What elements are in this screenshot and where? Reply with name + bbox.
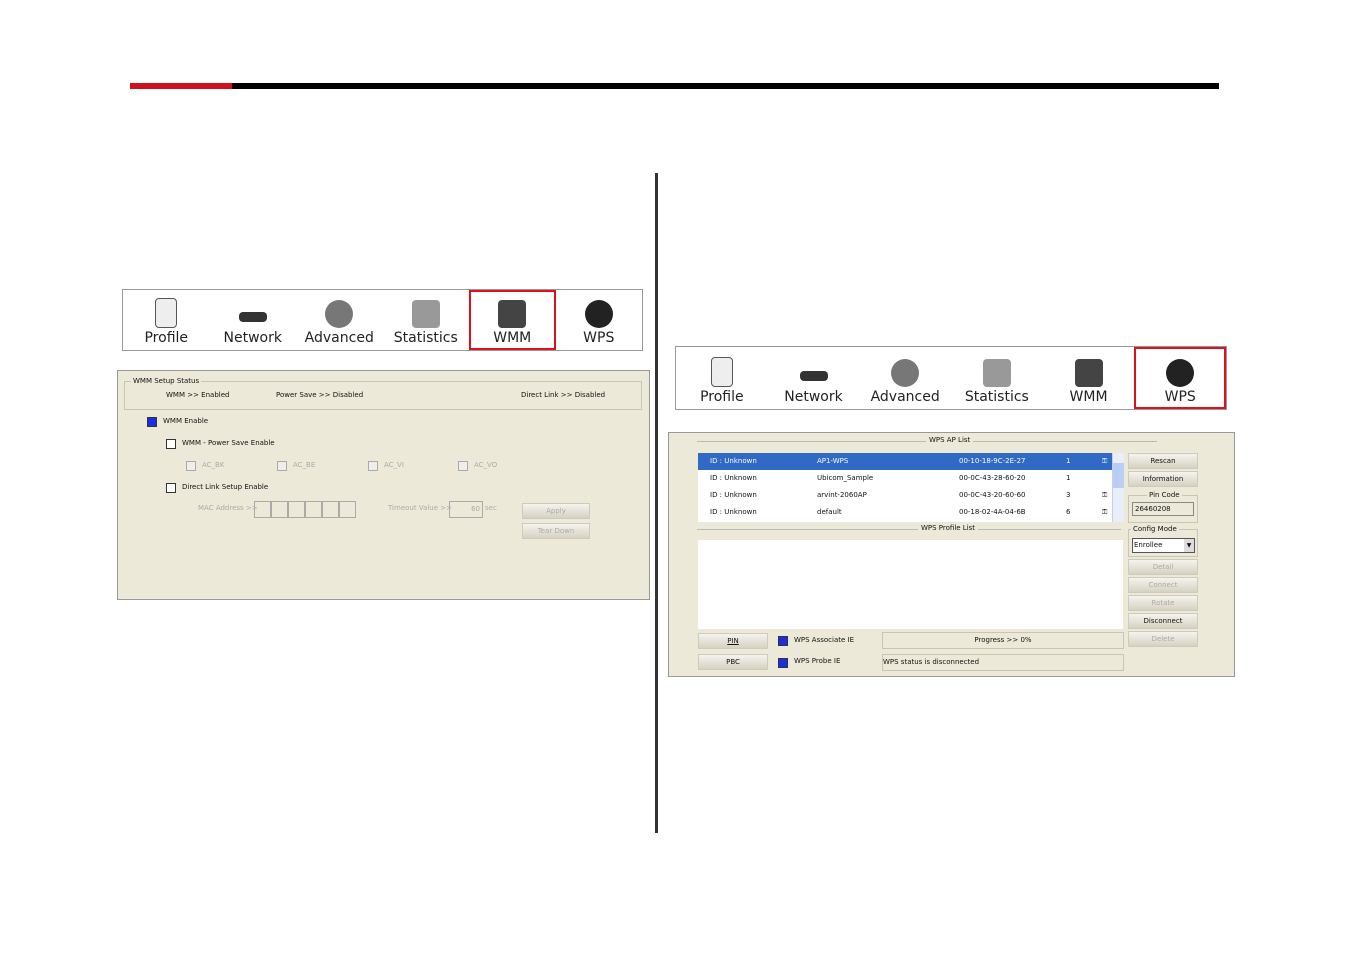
ap-id: ID : Unknown — [710, 508, 757, 516]
tab-profile[interactable]: Profile — [676, 357, 768, 409]
wps-icon — [1166, 359, 1195, 387]
progress-box: Progress >> 0% — [882, 632, 1124, 649]
key-icon: ⚿ — [1102, 457, 1108, 465]
ap-ssid: AP1-WPS — [817, 457, 849, 465]
calculator-icon — [982, 359, 1011, 387]
tab-statistics[interactable]: Statistics — [951, 359, 1043, 409]
tab-profile[interactable]: Profile — [123, 298, 210, 350]
pin-code-group: Pin Code 26460208 — [1128, 491, 1198, 523]
wps-ap-list[interactable]: ID : Unknown AP1-WPS 00-10-18-9C-2E-27 1 ⚿ ID… — [698, 453, 1112, 522]
pbc-button[interactable]: PBC — [698, 654, 768, 670]
power-save-checkbox[interactable] — [166, 439, 176, 449]
tab-advanced[interactable]: Advanced — [859, 359, 951, 409]
tab-wps[interactable]: WPS — [1134, 347, 1227, 409]
ap-ssid: arvint-2060AP — [817, 491, 867, 499]
rotate-button[interactable]: Rotate — [1128, 595, 1198, 611]
header-rule-black — [232, 83, 1219, 89]
wmm-status-group: WMM Setup Status WMM >> Enabled Power Sa… — [124, 377, 642, 410]
tab-wmm[interactable]: WMM — [1043, 359, 1135, 409]
tab-wps[interactable]: WPS — [556, 300, 643, 350]
column-divider — [655, 173, 658, 833]
ap-ssid: Ubicom_Sample — [817, 474, 874, 482]
qos-icon — [498, 300, 527, 328]
wmm-panel: WMM Setup Status WMM >> Enabled Power Sa… — [117, 370, 650, 600]
wps-icon — [584, 300, 613, 328]
ap-id: ID : Unknown — [710, 491, 757, 499]
ap-ssid: default — [817, 508, 842, 516]
ac-vo-checkbox[interactable] — [458, 461, 468, 471]
pin-button[interactable]: PIN — [698, 633, 768, 649]
detail-button[interactable]: Detail — [1128, 559, 1198, 575]
rescan-button[interactable]: Rescan — [1128, 453, 1198, 469]
pin-code-field[interactable]: 26460208 — [1132, 502, 1194, 516]
right-toolbar: Profile Network Advanced Statistics WMM … — [675, 346, 1227, 410]
gears-icon — [325, 300, 354, 328]
information-button[interactable]: Information — [1128, 471, 1198, 487]
ap-list-row[interactable]: ID : Unknown Ubicom_Sample 00-0C-43-28-60-… — [698, 470, 1112, 487]
wps-panel: WPS AP List ID : Unknown AP1-WPS 00-10-18-… — [668, 432, 1235, 677]
ap-ch: 1 — [1066, 474, 1071, 482]
ap-ch: 3 — [1066, 491, 1071, 499]
tab-network[interactable]: Network — [768, 371, 860, 409]
gears-icon — [891, 359, 920, 387]
calculator-icon — [411, 300, 440, 328]
ap-id: ID : Unknown — [710, 457, 757, 465]
config-mode-select[interactable]: Enrollee ▼ — [1132, 538, 1195, 553]
timeout-input[interactable]: 60 — [449, 501, 483, 518]
ac-be-checkbox[interactable] — [277, 461, 287, 471]
ap-id: ID : Unknown — [710, 474, 757, 482]
ap-mac: 00-10-18-9C-2E-27 — [959, 457, 1026, 465]
ap-mac: 00-18-02-4A-04-6B — [959, 508, 1026, 516]
disconnect-button[interactable]: Disconnect — [1128, 613, 1198, 629]
ap-mac: 00-0C-43-20-60-60 — [959, 491, 1026, 499]
profile-icon — [710, 357, 733, 387]
ap-list-row[interactable]: ID : Unknown AP1-WPS 00-10-18-9C-2E-27 1 ⚿ — [698, 453, 1112, 470]
router-icon — [238, 312, 267, 322]
probe-ie-checkbox[interactable] — [778, 658, 788, 668]
ac-bk-checkbox[interactable] — [186, 461, 196, 471]
ap-list-row[interactable]: ID : Unknown arvint-2060AP 00-0C-43-20-60-… — [698, 487, 1112, 504]
wps-profile-list[interactable] — [698, 540, 1123, 629]
chevron-down-icon: ▼ — [1184, 539, 1194, 552]
config-mode-group: Config Mode Enrollee ▼ — [1128, 525, 1198, 557]
direct-link-checkbox[interactable] — [166, 483, 176, 493]
tab-statistics[interactable]: Statistics — [383, 300, 470, 350]
left-toolbar: Profile Network Advanced Statistics WMM … — [122, 289, 643, 351]
ap-list-row[interactable]: ID : Unknown default 00-18-02-4A-04-6B 6 ⚿ — [698, 504, 1112, 521]
wmm-enable-checkbox[interactable] — [147, 417, 157, 427]
connect-button[interactable]: Connect — [1128, 577, 1198, 593]
ap-list-scrollbar[interactable] — [1112, 453, 1124, 522]
tab-network[interactable]: Network — [210, 312, 297, 350]
tab-wmm[interactable]: WMM — [469, 290, 556, 350]
header-rule-red — [130, 83, 232, 89]
ac-vi-checkbox[interactable] — [368, 461, 378, 471]
tear-down-button[interactable]: Tear Down — [522, 523, 590, 539]
associate-ie-checkbox[interactable] — [778, 636, 788, 646]
profile-icon — [155, 298, 178, 328]
tab-advanced[interactable]: Advanced — [296, 300, 383, 350]
key-icon: ⚿ — [1102, 491, 1108, 499]
key-icon: ⚿ — [1102, 508, 1108, 516]
wps-status-box: WPS status is disconnected — [882, 654, 1124, 671]
ap-mac: 00-0C-43-28-60-20 — [959, 474, 1026, 482]
ap-ch: 6 — [1066, 508, 1071, 516]
ap-ch: 1 — [1066, 457, 1071, 465]
router-icon — [799, 371, 828, 381]
delete-button[interactable]: Delete — [1128, 631, 1198, 647]
mac-address-fields[interactable] — [254, 501, 356, 518]
apply-button[interactable]: Apply — [522, 503, 590, 519]
qos-icon — [1074, 359, 1103, 387]
